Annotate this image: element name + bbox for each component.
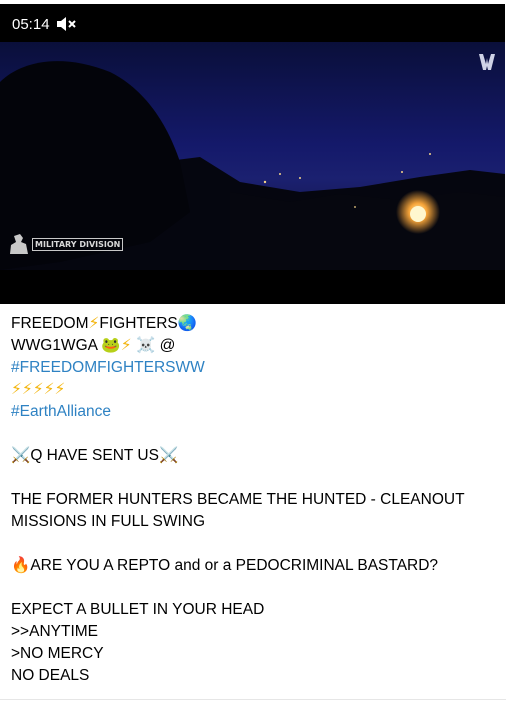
caption-line-bullet: EXPECT A BULLET IN YOUR HEAD — [11, 601, 265, 618]
caption-line-bolts: ⚡⚡⚡⚡⚡ — [11, 379, 496, 401]
caption-text: Q HAVE SENT US — [30, 447, 159, 464]
hashtag-freedomfightersww[interactable]: #FREEDOMFIGHTERSWW — [11, 357, 496, 379]
lightning-icon: ⚡ — [88, 315, 100, 332]
skull-crossbones-icon: ☠️ — [135, 337, 156, 354]
soldier-silhouette-icon — [10, 234, 28, 254]
crossed-swords-icon: ⚔️ — [158, 447, 179, 464]
caption-line-mercy: >NO MERCY — [11, 645, 104, 662]
message-post: MILITARY DIVISION 05:14 FREEDOM⚡FIGHTERS… — [0, 0, 506, 719]
video-duration: 05:14 — [12, 15, 50, 33]
hashtag-link[interactable]: #EarthAlliance — [11, 403, 111, 420]
military-division-watermark: MILITARY DIVISION — [8, 232, 124, 256]
message-caption: FREEDOM⚡FIGHTERS🌏 WWG1WGA 🐸⚡ ☠️ @ #FREED… — [11, 313, 496, 687]
caption-line-wwg1wga: WWG1WGA 🐸⚡ ☠️ @ — [11, 335, 496, 357]
at-sign: @ — [159, 337, 176, 354]
channel-logo-icon — [479, 54, 495, 70]
lightning-icon: ⚡⚡⚡⚡⚡ — [11, 381, 66, 398]
caption-line-repto: 🔥ARE YOU A REPTO and or a PEDOCRIMINAL B… — [11, 555, 496, 577]
fire-icon: 🔥 — [11, 557, 31, 574]
lightning-icon: ⚡ — [120, 337, 132, 354]
caption-text: FIGHTERS — [99, 315, 178, 332]
caption-line-freedom-fighters: FREEDOM⚡FIGHTERS🌏 — [11, 313, 496, 335]
caption-line-deals: NO DEALS — [11, 667, 90, 684]
watermark-text: MILITARY DIVISION — [32, 237, 124, 251]
video-duration-badge[interactable]: 05:14 — [4, 11, 84, 37]
caption-text: WWG1WGA — [11, 337, 98, 354]
caption-line-hunted: THE FORMER HUNTERS BECAME THE HUNTED - C… — [11, 491, 465, 530]
globe-icon: 🌏 — [177, 315, 198, 332]
video-frame[interactable]: MILITARY DIVISION — [0, 42, 505, 270]
hashtag-link[interactable]: #FREEDOMFIGHTERSWW — [11, 359, 205, 376]
crossed-swords-icon: ⚔️ — [11, 447, 31, 464]
muted-speaker-icon[interactable] — [56, 16, 76, 32]
caption-text: ARE YOU A REPTO and or a PEDOCRIMINAL BA… — [30, 557, 439, 574]
video-player[interactable]: MILITARY DIVISION 05:14 — [0, 4, 505, 304]
hashtag-earthalliance[interactable]: #EarthAlliance — [11, 401, 496, 423]
caption-line-q: ⚔️Q HAVE SENT US⚔️ — [11, 445, 496, 467]
divider — [0, 699, 506, 700]
caption-line-anytime: >>ANYTIME — [11, 623, 98, 640]
caption-text: FREEDOM — [11, 315, 89, 332]
frog-icon: 🐸 — [101, 337, 121, 354]
